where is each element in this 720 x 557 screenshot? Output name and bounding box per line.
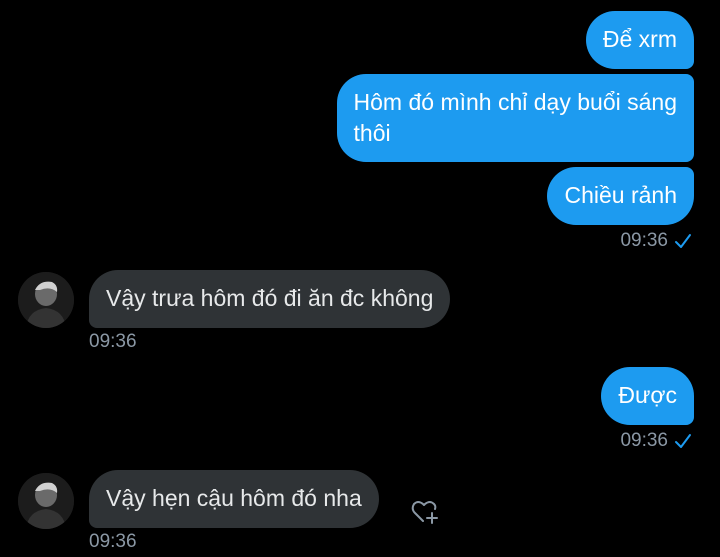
- message-bubble-incoming[interactable]: Vậy hẹn cậu hôm đó nha: [89, 470, 379, 528]
- timestamp-text: 09:36: [620, 430, 668, 451]
- timestamp-text: 09:36: [620, 230, 668, 251]
- message-timestamp: 09:36: [89, 531, 137, 552]
- avatar-icon: [18, 272, 74, 328]
- read-check-icon: [675, 434, 691, 448]
- message-bubble-outgoing[interactable]: Chiều rảnh: [547, 167, 694, 225]
- message-text-line: thôi: [353, 120, 391, 146]
- message-text: Để xrm: [602, 26, 677, 52]
- message-timestamp: 09:36: [89, 331, 137, 352]
- message-text: Chiều rảnh: [564, 182, 677, 208]
- message-bubble-incoming[interactable]: Vậy trưa hôm đó đi ăn đc không: [89, 270, 451, 328]
- avatar[interactable]: [18, 272, 74, 328]
- message-text: Được: [618, 382, 677, 408]
- add-reaction-heart-icon[interactable]: [410, 497, 440, 527]
- message-text: Vậy trưa hôm đó đi ăn đc không: [106, 285, 434, 311]
- message-text-line: Hôm đó mình chỉ dạy buổi sáng: [353, 89, 677, 115]
- read-check-icon: [675, 234, 691, 248]
- message-bubble-outgoing[interactable]: Để xrm: [585, 11, 694, 69]
- message-timestamp: 09:36: [620, 230, 692, 252]
- avatar[interactable]: [18, 473, 74, 529]
- message-bubble-outgoing[interactable]: Được: [601, 367, 694, 425]
- avatar-icon: [18, 473, 74, 529]
- message-timestamp: 09:36: [620, 430, 692, 452]
- message-text: Vậy hẹn cậu hôm đó nha: [106, 485, 362, 511]
- message-bubble-outgoing[interactable]: Hôm đó mình chỉ dạy buổi sáng thôi: [336, 74, 694, 162]
